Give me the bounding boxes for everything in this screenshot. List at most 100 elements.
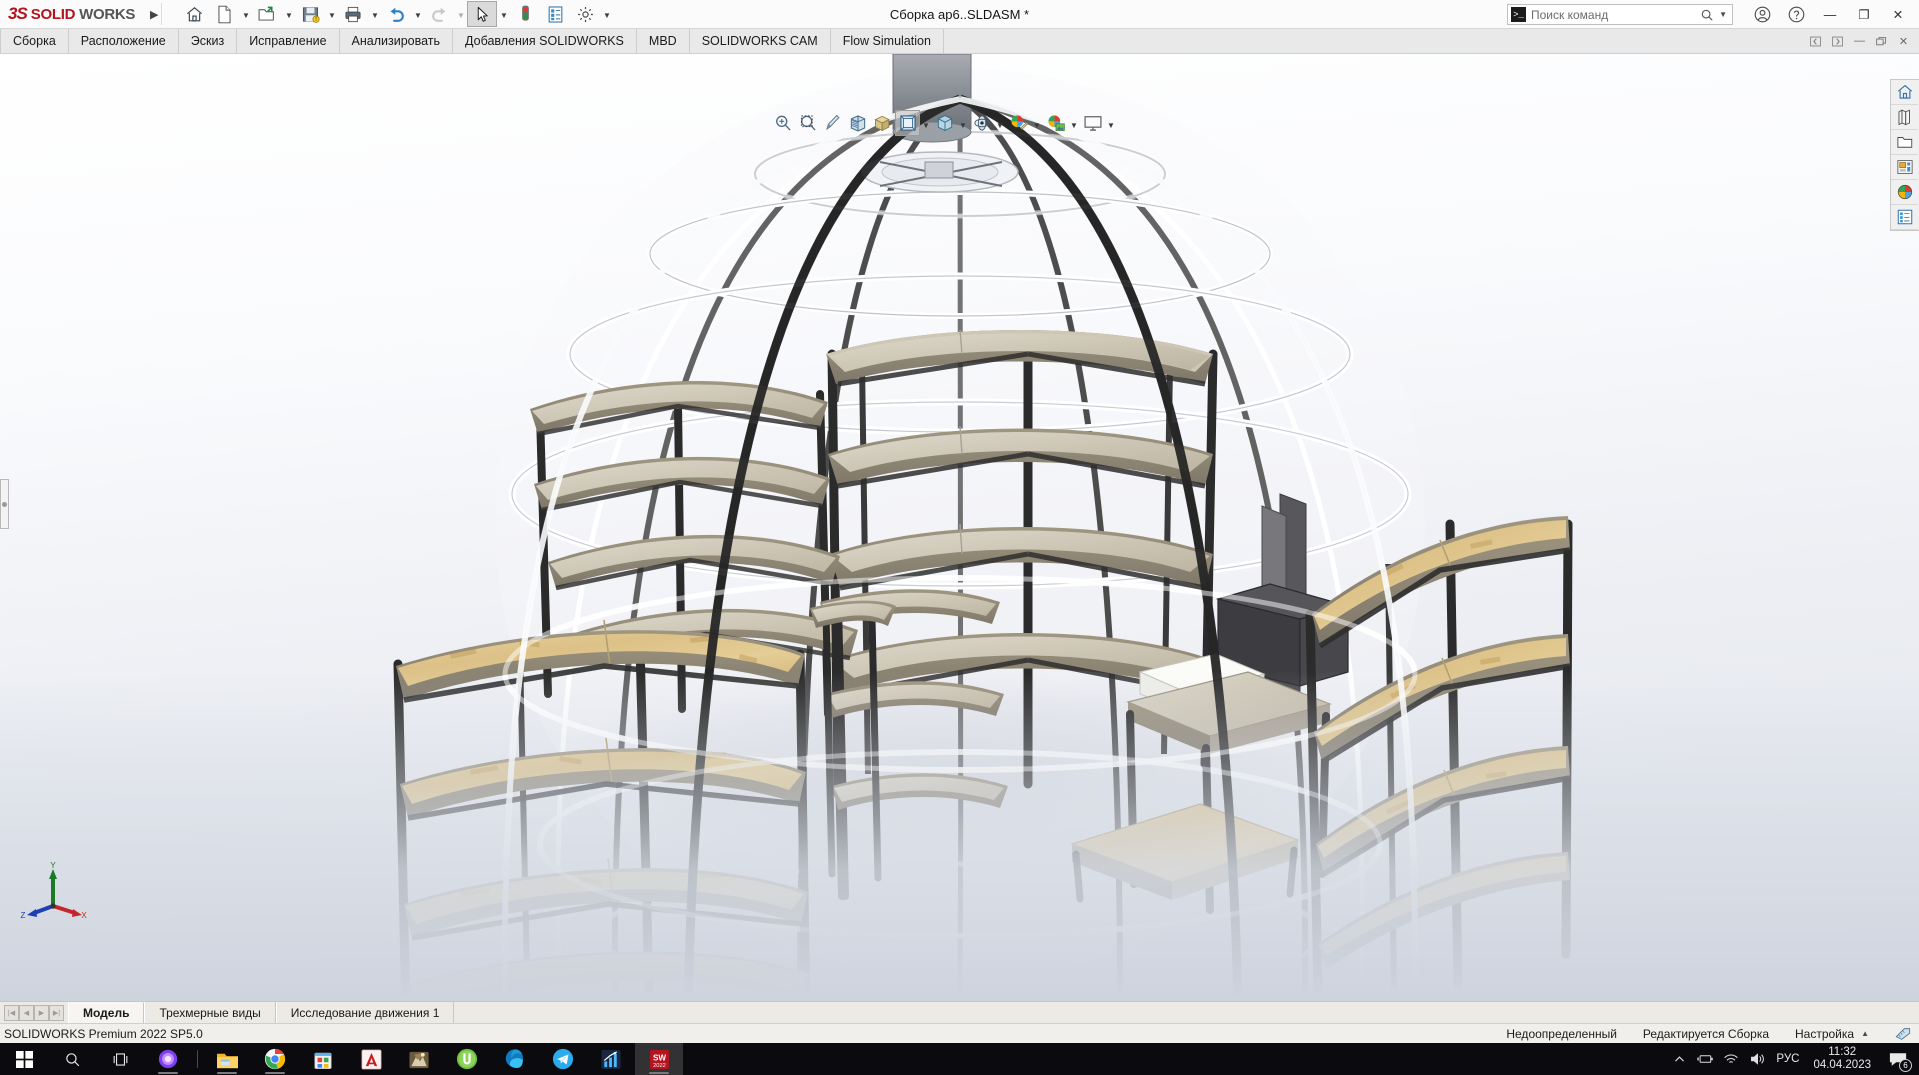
new-document-caret-icon[interactable]: ▼	[239, 1, 252, 27]
options-gear-icon[interactable]	[570, 1, 600, 27]
account-icon[interactable]	[1745, 0, 1779, 29]
display-style-caret-icon[interactable]: ▼	[920, 110, 932, 136]
minimize-window-button[interactable]: —	[1813, 0, 1847, 29]
telegram-app[interactable]	[539, 1043, 587, 1075]
doc-next-button[interactable]	[1827, 31, 1848, 52]
doc-minimize-button[interactable]: —	[1849, 31, 1870, 52]
tab-flow-simulation[interactable]: Flow Simulation	[831, 29, 944, 53]
tab-evaluate[interactable]: Исправление	[237, 29, 340, 53]
tab-solidworks-cam[interactable]: SOLIDWORKS CAM	[690, 29, 831, 53]
save-icon[interactable]: !	[295, 1, 325, 27]
doc-close-button[interactable]: ✕	[1893, 31, 1914, 52]
design-library-icon[interactable]	[1891, 105, 1918, 130]
tab-analyze[interactable]: Анализировать	[340, 29, 454, 53]
display-style-icon[interactable]	[895, 110, 920, 136]
edit-appearance-icon[interactable]	[969, 110, 994, 136]
language-indicator[interactable]: РУС	[1770, 1053, 1805, 1065]
save-caret-icon[interactable]: ▼	[325, 1, 338, 27]
chrome-app[interactable]	[251, 1043, 299, 1075]
cortana-app[interactable]	[144, 1043, 192, 1075]
appearances-scenes-icon[interactable]	[1891, 180, 1918, 205]
solidworks-app[interactable]: SW 2022	[635, 1043, 683, 1075]
close-window-button[interactable]: ✕	[1881, 0, 1915, 29]
search-caret-icon[interactable]: ▼	[1719, 10, 1729, 19]
home-icon[interactable]	[179, 1, 209, 27]
viewport-icon[interactable]	[1080, 110, 1105, 136]
featuremanager-collapse-handle[interactable]	[0, 479, 9, 529]
graphics-viewport[interactable]: ▼ ▼ ▼ ▼ ▼ ▼ Y X Z	[0, 54, 1919, 1001]
undo-icon[interactable]	[381, 1, 411, 27]
hide-show-caret-icon[interactable]: ▼	[957, 110, 969, 136]
open-document-icon[interactable]	[252, 1, 282, 27]
new-document-icon[interactable]	[209, 1, 239, 27]
tab-sketch[interactable]: Эскиз	[179, 29, 238, 53]
archicad-app[interactable]	[395, 1043, 443, 1075]
tab-layout[interactable]: Расположение	[69, 29, 179, 53]
autocad-app[interactable]	[347, 1043, 395, 1075]
notification-center-button[interactable]: 6	[1881, 1043, 1915, 1075]
menu-expand-arrow-icon[interactable]: ▶	[150, 8, 158, 21]
start-button[interactable]	[0, 1043, 48, 1075]
tab-solidworks-addins[interactable]: Добавления SOLIDWORKS	[453, 29, 637, 53]
file-properties-icon[interactable]	[540, 1, 570, 27]
select-cursor-icon[interactable]	[467, 1, 498, 27]
view-palette-icon[interactable]	[1891, 155, 1918, 180]
task-view-button[interactable]	[96, 1043, 144, 1075]
select-cursor-caret-icon[interactable]: ▼	[497, 1, 510, 27]
view-settings-icon[interactable]	[1043, 110, 1068, 136]
options-gear-caret-icon[interactable]: ▼	[600, 1, 613, 27]
zoom-to-fit-icon[interactable]	[770, 110, 795, 136]
battery-icon[interactable]	[1692, 1043, 1718, 1075]
print-caret-icon[interactable]: ▼	[368, 1, 381, 27]
stats-app[interactable]	[587, 1043, 635, 1075]
command-search-box[interactable]: >_ ▼	[1507, 4, 1733, 25]
utorrent-app[interactable]	[443, 1043, 491, 1075]
wifi-icon[interactable]	[1718, 1043, 1744, 1075]
file-explorer-app[interactable]	[203, 1043, 251, 1075]
open-document-caret-icon[interactable]: ▼	[282, 1, 295, 27]
volume-icon[interactable]	[1744, 1043, 1770, 1075]
viewport-caret-icon[interactable]: ▼	[1105, 110, 1117, 136]
tray-chevron-icon[interactable]	[1666, 1043, 1692, 1075]
search-taskbar-button[interactable]	[48, 1043, 96, 1075]
file-explorer-icon[interactable]	[1891, 130, 1918, 155]
tab-last-button[interactable]: ▶|	[49, 1004, 64, 1021]
rebuild-icon[interactable]	[510, 1, 540, 27]
print-icon[interactable]	[338, 1, 368, 27]
apply-scene-caret-icon[interactable]: ▼	[1031, 110, 1043, 136]
redo-caret-icon[interactable]: ▼	[454, 1, 467, 27]
edge-app[interactable]	[491, 1043, 539, 1075]
zoom-to-area-icon[interactable]	[795, 110, 820, 136]
doc-prev-button[interactable]	[1805, 31, 1826, 52]
view-orientation-icon[interactable]	[870, 110, 895, 136]
doc-tab-motion-study[interactable]: Исследование движения 1	[275, 1002, 455, 1023]
solidworks-resources-icon[interactable]	[1891, 80, 1918, 105]
units-icon[interactable]	[1895, 1027, 1911, 1041]
dome-shelving-assembly-model[interactable]	[0, 54, 1919, 1001]
doc-tab-model[interactable]: Модель	[68, 1002, 145, 1023]
redo-icon[interactable]	[424, 1, 454, 27]
status-config-caret-icon[interactable]: ▲	[1861, 1029, 1869, 1038]
undo-caret-icon[interactable]: ▼	[411, 1, 424, 27]
help-icon[interactable]	[1779, 0, 1813, 29]
tab-assembly[interactable]: Сборка	[0, 29, 69, 53]
hide-show-items-icon[interactable]	[932, 110, 957, 136]
view-settings-caret-icon[interactable]: ▼	[1068, 110, 1080, 136]
doc-tab-3d-views[interactable]: Трехмерные виды	[144, 1002, 276, 1023]
restore-window-button[interactable]: ❐	[1847, 0, 1881, 29]
clock[interactable]: 11:32 04.04.2023	[1805, 1046, 1881, 1072]
section-view-icon[interactable]	[845, 110, 870, 136]
custom-properties-icon[interactable]	[1891, 205, 1918, 230]
search-icon[interactable]	[1700, 8, 1714, 22]
tab-prev-button[interactable]: ◀	[19, 1004, 34, 1021]
search-input[interactable]	[1531, 7, 1696, 22]
status-configuration-text[interactable]: Настройка	[1795, 1027, 1854, 1041]
solidworks-logo[interactable]: 3S SOLID WORKS	[0, 4, 140, 24]
doc-restore-button[interactable]	[1871, 31, 1892, 52]
microsoft-store-app[interactable]	[299, 1043, 347, 1075]
tab-first-button[interactable]: |◀	[4, 1004, 19, 1021]
apply-scene-icon[interactable]	[1006, 110, 1031, 136]
edit-appearance-caret-icon[interactable]: ▼	[994, 110, 1006, 136]
tab-next-button[interactable]: ▶	[34, 1004, 49, 1021]
tab-mbd[interactable]: MBD	[637, 29, 690, 53]
